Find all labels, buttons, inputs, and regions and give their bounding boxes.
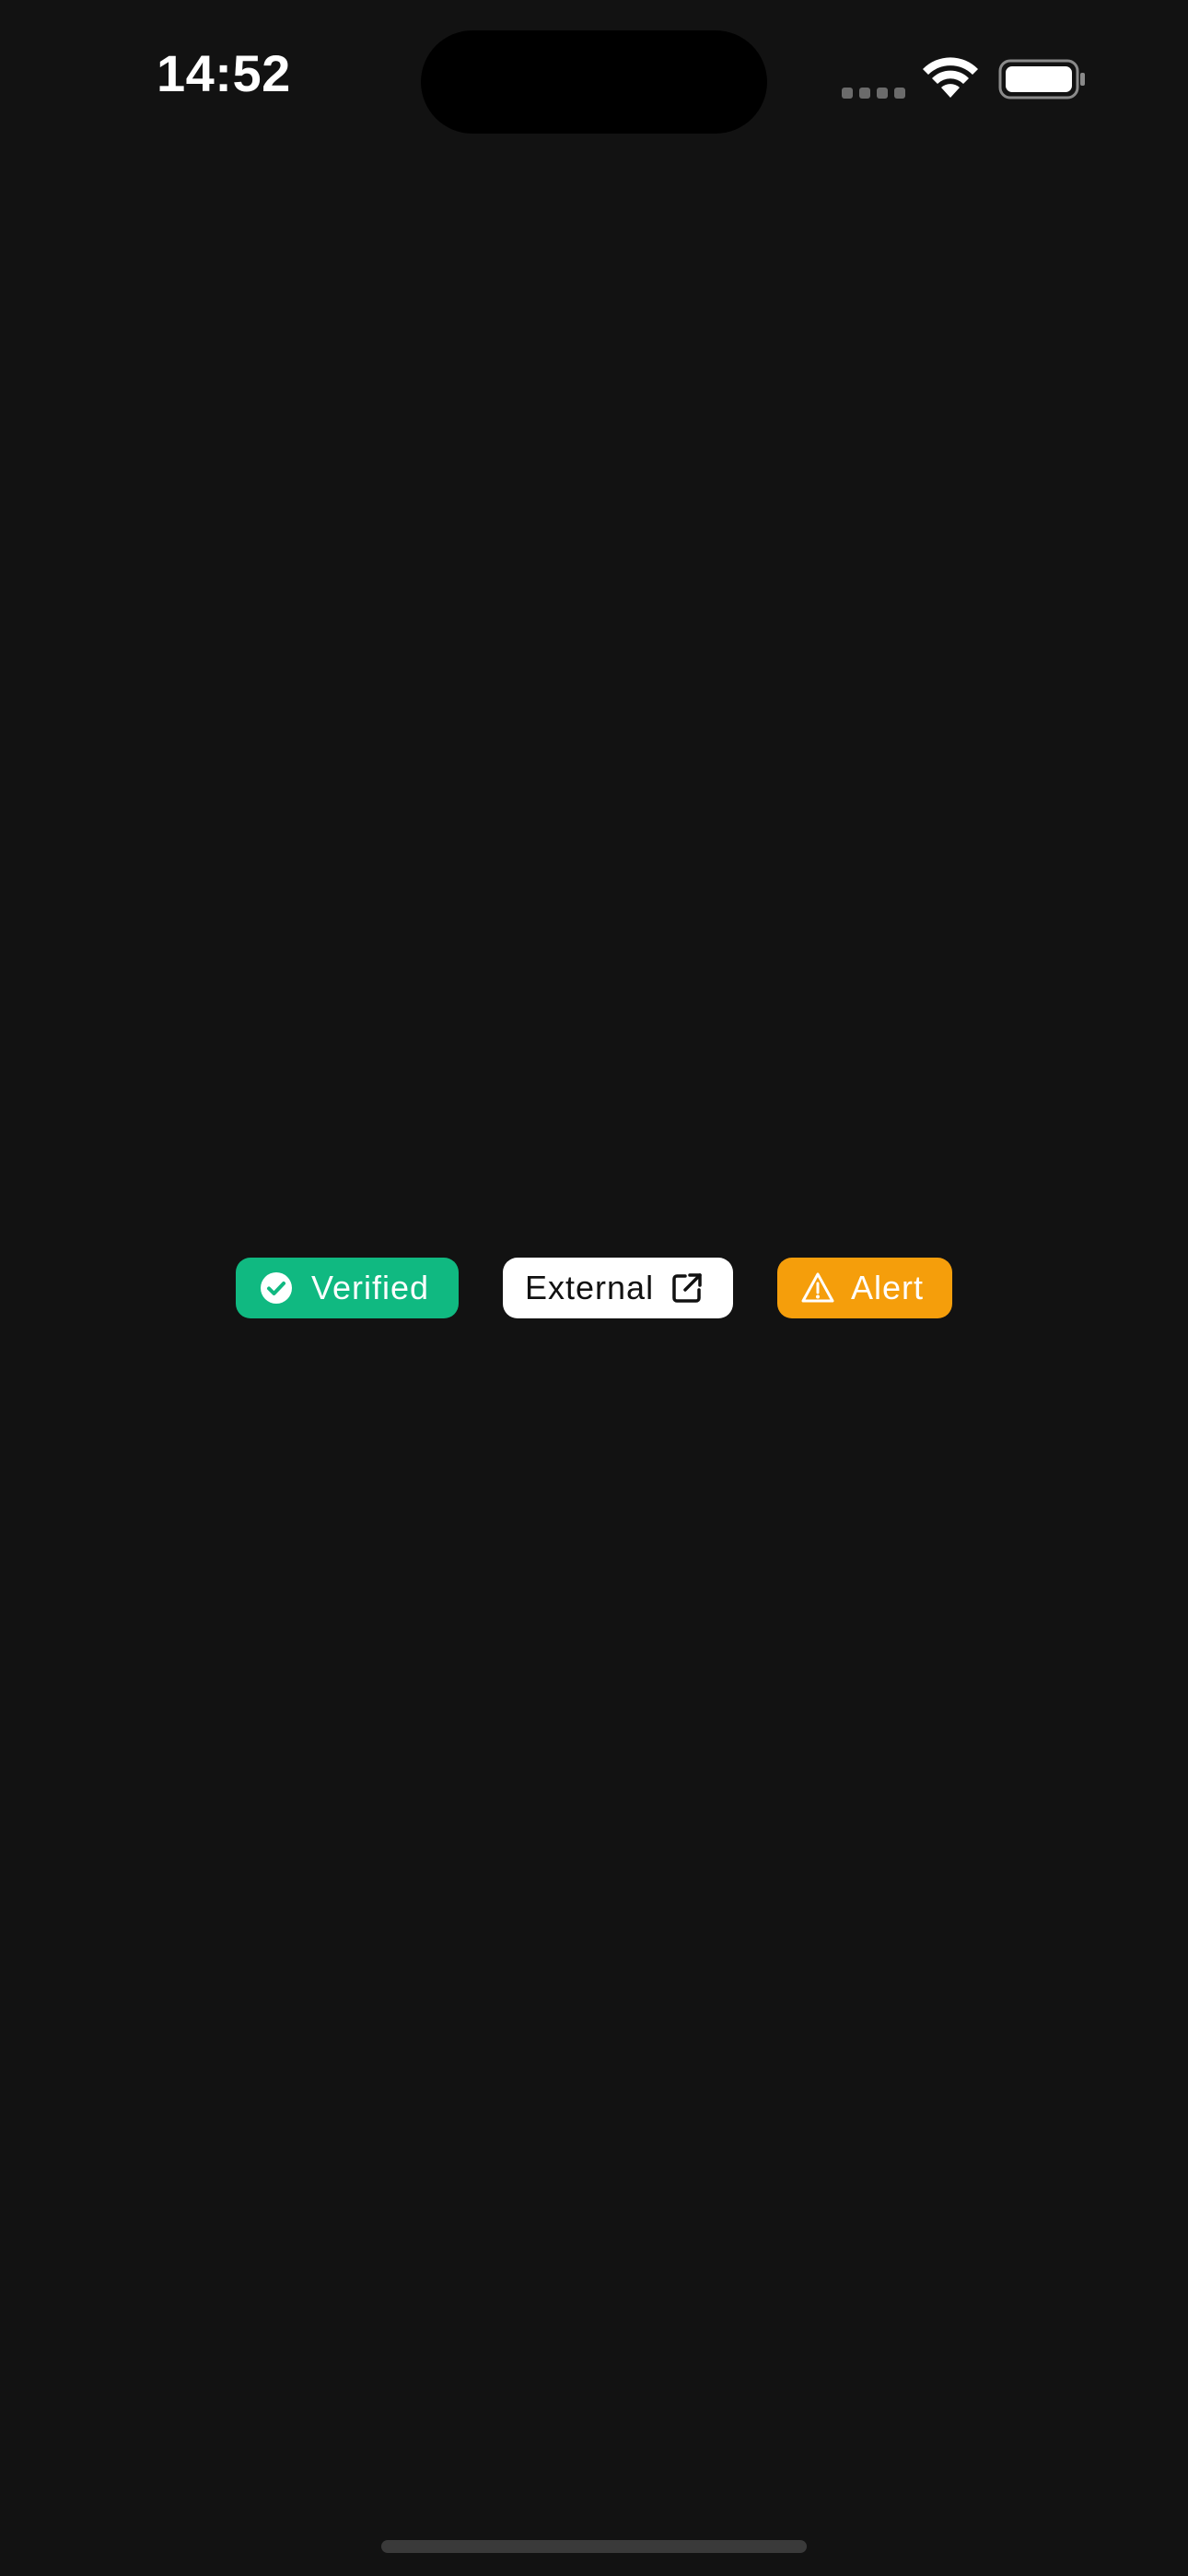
alert-badge: Alert (777, 1258, 952, 1318)
external-link-icon (672, 1273, 702, 1303)
battery-icon (998, 59, 1085, 100)
warning-triangle-icon (801, 1272, 834, 1303)
external-badge-label: External (525, 1269, 655, 1306)
badge-row: Verified External Alert (0, 1258, 1188, 1318)
verified-badge: Verified (236, 1258, 459, 1318)
check-circle-icon (261, 1272, 292, 1304)
cellular-signal-icon (842, 88, 906, 99)
alert-badge-label: Alert (851, 1269, 925, 1306)
wifi-icon (923, 57, 978, 98)
verified-badge-label: Verified (311, 1269, 430, 1306)
status-time: 14:52 (157, 44, 291, 102)
status-bar: 14:52 (0, 0, 1188, 166)
dynamic-island (421, 30, 767, 134)
home-indicator[interactable] (381, 2540, 807, 2553)
external-badge[interactable]: External (503, 1258, 733, 1318)
